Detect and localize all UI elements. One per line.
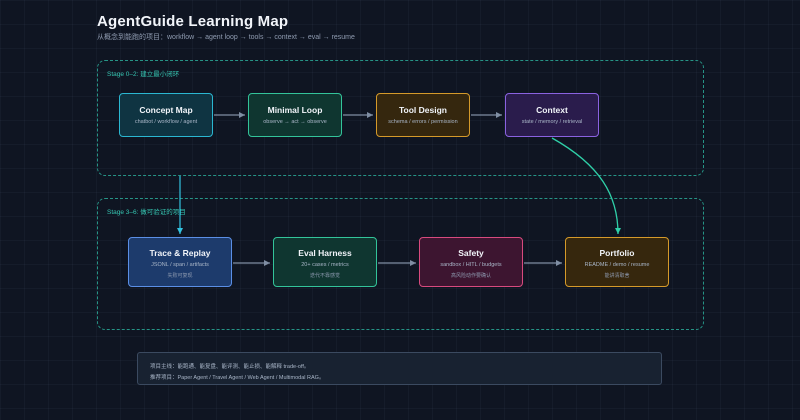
node-title: Portfolio xyxy=(599,248,635,258)
node-context: Context state / memory / retrieval xyxy=(505,93,599,137)
node-trace-replay: Trace & Replay JSONL / span / artifacts … xyxy=(128,237,232,287)
node-subtitle: README / demo / resume xyxy=(584,262,650,268)
node-subtitle: 20+ cases / metrics xyxy=(301,262,349,268)
node-note: 高风险动作要确认 xyxy=(450,273,491,279)
info-main-line: 项目主线：能跑通、能复盘、能评测、能止损、能解释 trade-off。 xyxy=(150,364,310,370)
node-tool-design: Tool Design schema / errors / permission xyxy=(376,93,470,137)
arrow-context-to-portfolio xyxy=(551,137,621,235)
node-eval-harness: Eval Harness 20+ cases / metrics 迭代不靠感觉 xyxy=(273,237,377,287)
node-note: 能讲清取舍 xyxy=(604,273,630,279)
node-title: Tool Design xyxy=(398,105,447,115)
node-subtitle: state / memory / retrieval xyxy=(521,119,583,125)
node-title: Trace & Replay xyxy=(149,248,211,258)
node-subtitle: sandbox / HITL / budgets xyxy=(440,262,502,268)
node-minimal-loop: Minimal Loop observe → act → observe xyxy=(248,93,342,137)
node-subtitle: observe → act → observe xyxy=(263,119,327,125)
node-subtitle: chatbot / workflow / agent xyxy=(134,119,198,125)
node-note: 失败可复现 xyxy=(167,273,193,279)
node-subtitle: JSONL / span / artifacts xyxy=(151,262,209,268)
node-title: Minimal Loop xyxy=(267,105,323,115)
node-title: Safety xyxy=(458,248,484,258)
node-title: Concept Map xyxy=(139,105,193,115)
info-recommended-projects: 推荐项目：Paper Agent / Travel Agent / Web Ag… xyxy=(150,375,325,381)
node-portfolio: Portfolio README / demo / resume 能讲清取舍 xyxy=(565,237,669,287)
node-note: 迭代不靠感觉 xyxy=(309,273,340,279)
node-subtitle: schema / errors / permission xyxy=(388,119,458,125)
node-title: Eval Harness xyxy=(298,248,352,258)
node-title: Context xyxy=(536,105,568,115)
project-info-box: 项目主线：能跑通、能复盘、能评测、能止损、能解释 trade-off。 推荐项目… xyxy=(137,352,662,385)
node-safety: Safety sandbox / HITL / budgets 高风险动作要确认 xyxy=(419,237,523,287)
node-concept-map: Concept Map chatbot / workflow / agent xyxy=(119,93,213,137)
